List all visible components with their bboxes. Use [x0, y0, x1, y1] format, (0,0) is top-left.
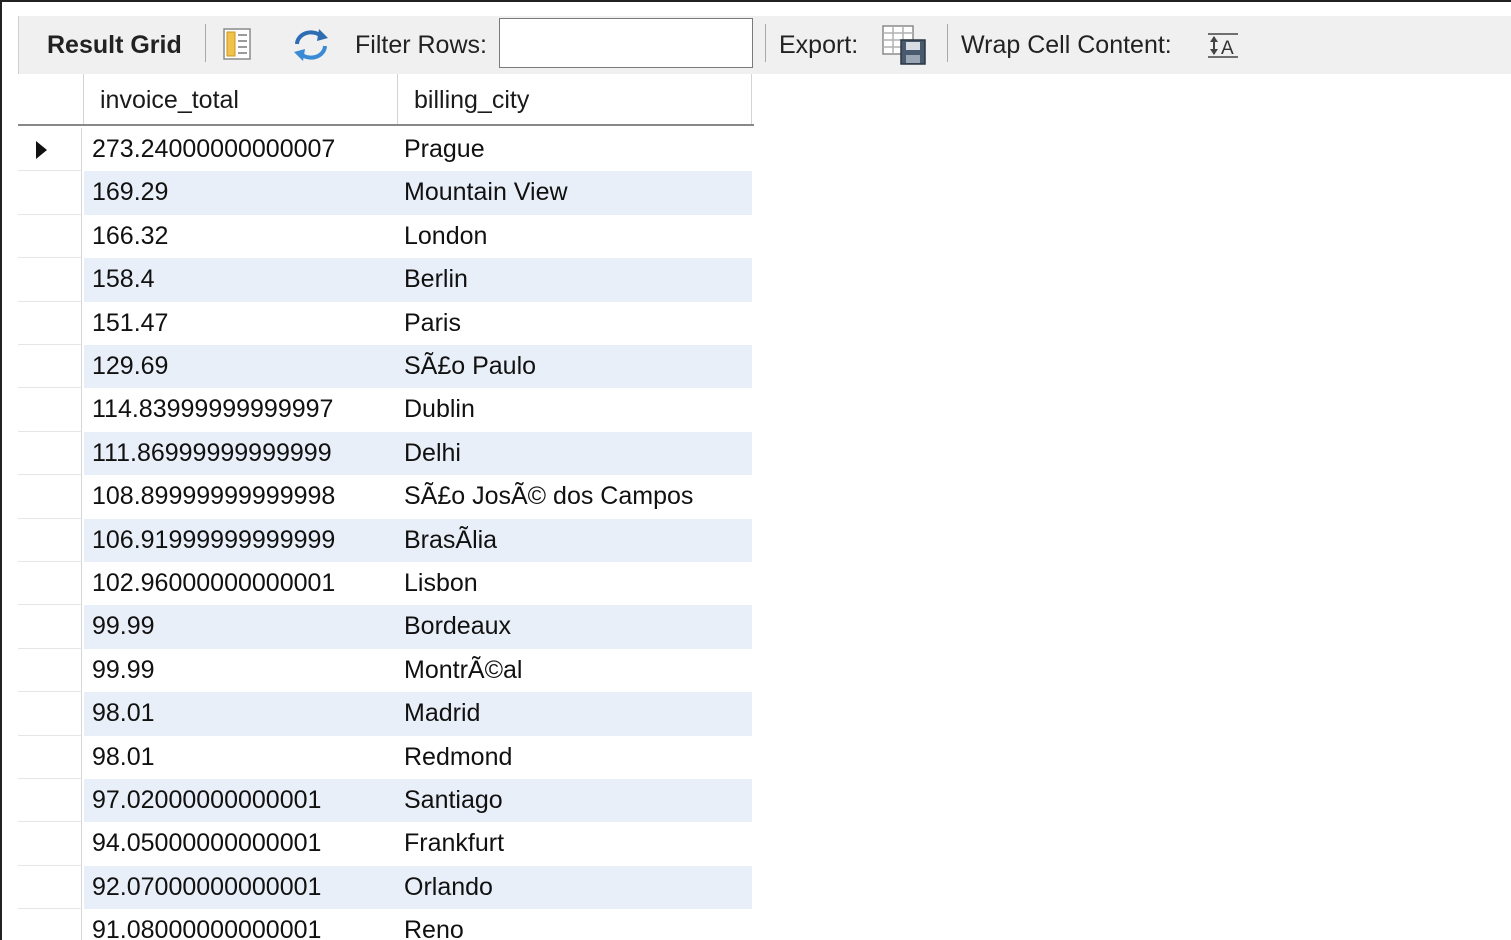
cell-invoice-total[interactable]: 129.69: [84, 345, 398, 389]
cell-invoice-total[interactable]: 273.24000000000007: [84, 128, 398, 172]
table-row[interactable]: 151.47 Paris: [18, 301, 754, 345]
refresh-icon[interactable]: [291, 28, 331, 62]
cell-billing-city[interactable]: Madrid: [398, 692, 752, 736]
result-grid: invoice_total billing_city 273.240000000…: [18, 74, 754, 940]
row-selector[interactable]: [18, 822, 82, 866]
result-grid-toolbar: Result Grid Filter Rows: Export: Wrap Ce…: [18, 16, 1511, 74]
row-selector[interactable]: [18, 475, 82, 519]
table-row[interactable]: 99.99 Bordeaux: [18, 605, 754, 649]
cell-invoice-total[interactable]: 92.07000000000001: [84, 865, 398, 910]
row-selector[interactable]: [18, 301, 82, 345]
cell-invoice-total[interactable]: 166.32: [84, 214, 398, 259]
column-header-billing-city[interactable]: billing_city: [398, 74, 752, 124]
filter-rows-input[interactable]: [499, 18, 753, 68]
cell-invoice-total[interactable]: 111.86999999999999: [84, 431, 398, 476]
cell-billing-city[interactable]: Delhi: [398, 431, 752, 476]
toolbar-separator: [205, 24, 206, 62]
cell-billing-city[interactable]: Mountain View: [398, 171, 752, 215]
cell-billing-city[interactable]: Paris: [398, 301, 752, 345]
toolbar-separator: [765, 24, 766, 62]
row-selector[interactable]: [18, 735, 82, 779]
row-selector[interactable]: [18, 648, 82, 693]
cell-invoice-total[interactable]: 99.99: [84, 648, 398, 693]
cell-invoice-total[interactable]: 151.47: [84, 301, 398, 345]
export-label: Export:: [779, 30, 859, 59]
table-row[interactable]: 273.24000000000007 Prague: [18, 128, 754, 172]
table-row[interactable]: 99.99 MontrÃ©al: [18, 648, 754, 693]
cell-invoice-total[interactable]: 169.29: [84, 171, 398, 215]
row-selector[interactable]: [18, 431, 82, 476]
svg-text:A: A: [1221, 38, 1234, 59]
row-selector[interactable]: [18, 518, 82, 562]
filter-rows-label: Filter Rows:: [355, 30, 487, 59]
row-selector[interactable]: [18, 128, 82, 172]
row-selector[interactable]: [18, 909, 82, 940]
cell-billing-city[interactable]: Dublin: [398, 388, 752, 432]
cell-billing-city[interactable]: Reno: [398, 909, 752, 940]
table-row[interactable]: 106.91999999999999 BrasÃ­lia: [18, 518, 754, 562]
cell-invoice-total[interactable]: 114.83999999999997: [84, 388, 398, 432]
row-selector[interactable]: [18, 605, 82, 649]
export-icon[interactable]: [881, 24, 929, 66]
wrap-cell-icon[interactable]: A: [1207, 32, 1241, 60]
row-selector[interactable]: [18, 388, 82, 432]
cell-billing-city[interactable]: BrasÃ­lia: [398, 518, 752, 562]
row-selector[interactable]: [18, 345, 82, 389]
table-row[interactable]: 169.29 Mountain View: [18, 171, 754, 215]
cell-billing-city[interactable]: Santiago: [398, 779, 752, 823]
table-row[interactable]: 98.01 Redmond: [18, 735, 754, 779]
row-selector[interactable]: [18, 214, 82, 259]
table-row[interactable]: 114.83999999999997 Dublin: [18, 388, 754, 432]
table-row[interactable]: 97.02000000000001 Santiago: [18, 779, 754, 823]
table-row[interactable]: 166.32 London: [18, 214, 754, 259]
cell-invoice-total[interactable]: 99.99: [84, 605, 398, 649]
cell-billing-city[interactable]: Lisbon: [398, 562, 752, 606]
table-row[interactable]: 111.86999999999999 Delhi: [18, 431, 754, 476]
table-row[interactable]: 94.05000000000001 Frankfurt: [18, 822, 754, 866]
cell-invoice-total[interactable]: 108.89999999999998: [84, 475, 398, 519]
cell-billing-city[interactable]: Bordeaux: [398, 605, 752, 649]
row-selector[interactable]: [18, 562, 82, 606]
cell-invoice-total[interactable]: 158.4: [84, 258, 398, 302]
cell-billing-city[interactable]: Orlando: [398, 865, 752, 910]
result-grid-tab[interactable]: Result Grid: [47, 16, 182, 74]
cell-invoice-total[interactable]: 98.01: [84, 692, 398, 736]
cell-invoice-total[interactable]: 98.01: [84, 735, 398, 779]
table-row[interactable]: 129.69 SÃ£o Paulo: [18, 345, 754, 389]
grid-header-row: invoice_total billing_city: [18, 74, 754, 126]
table-row[interactable]: 92.07000000000001 Orlando: [18, 865, 754, 910]
column-header-invoice-total[interactable]: invoice_total: [84, 74, 398, 124]
toolbar-separator: [947, 24, 948, 62]
result-grid-panel: Result Grid Filter Rows: Export: Wrap Ce…: [0, 0, 1511, 940]
row-selector[interactable]: [18, 865, 82, 910]
row-selector[interactable]: [18, 692, 82, 736]
cell-invoice-total[interactable]: 91.08000000000001: [84, 909, 398, 940]
current-row-pointer-icon: [36, 141, 47, 159]
table-row[interactable]: 102.96000000000001 Lisbon: [18, 562, 754, 606]
cell-billing-city[interactable]: Frankfurt: [398, 822, 752, 866]
cell-invoice-total[interactable]: 106.91999999999999: [84, 518, 398, 562]
row-selector[interactable]: [18, 779, 82, 823]
cell-billing-city[interactable]: SÃ£o Paulo: [398, 345, 752, 389]
table-row[interactable]: 98.01 Madrid: [18, 692, 754, 736]
table-row[interactable]: 158.4 Berlin: [18, 258, 754, 302]
cell-invoice-total[interactable]: 102.96000000000001: [84, 562, 398, 606]
cell-billing-city[interactable]: Berlin: [398, 258, 752, 302]
row-selector[interactable]: [18, 258, 82, 302]
cell-billing-city[interactable]: MontrÃ©al: [398, 648, 752, 693]
row-selector[interactable]: [18, 171, 82, 215]
cell-invoice-total[interactable]: 94.05000000000001: [84, 822, 398, 866]
cell-billing-city[interactable]: Prague: [398, 128, 752, 172]
row-header-corner: [18, 74, 84, 124]
table-row[interactable]: 108.89999999999998 SÃ£o JosÃ© dos Campos: [18, 475, 754, 519]
cell-billing-city[interactable]: London: [398, 214, 752, 259]
cell-invoice-total[interactable]: 97.02000000000001: [84, 779, 398, 823]
form-editor-icon[interactable]: [221, 26, 255, 62]
table-row[interactable]: 91.08000000000001 Reno: [18, 909, 754, 940]
cell-billing-city[interactable]: Redmond: [398, 735, 752, 779]
cell-billing-city[interactable]: SÃ£o JosÃ© dos Campos: [398, 475, 752, 519]
wrap-cell-content-label: Wrap Cell Content:: [961, 30, 1172, 59]
